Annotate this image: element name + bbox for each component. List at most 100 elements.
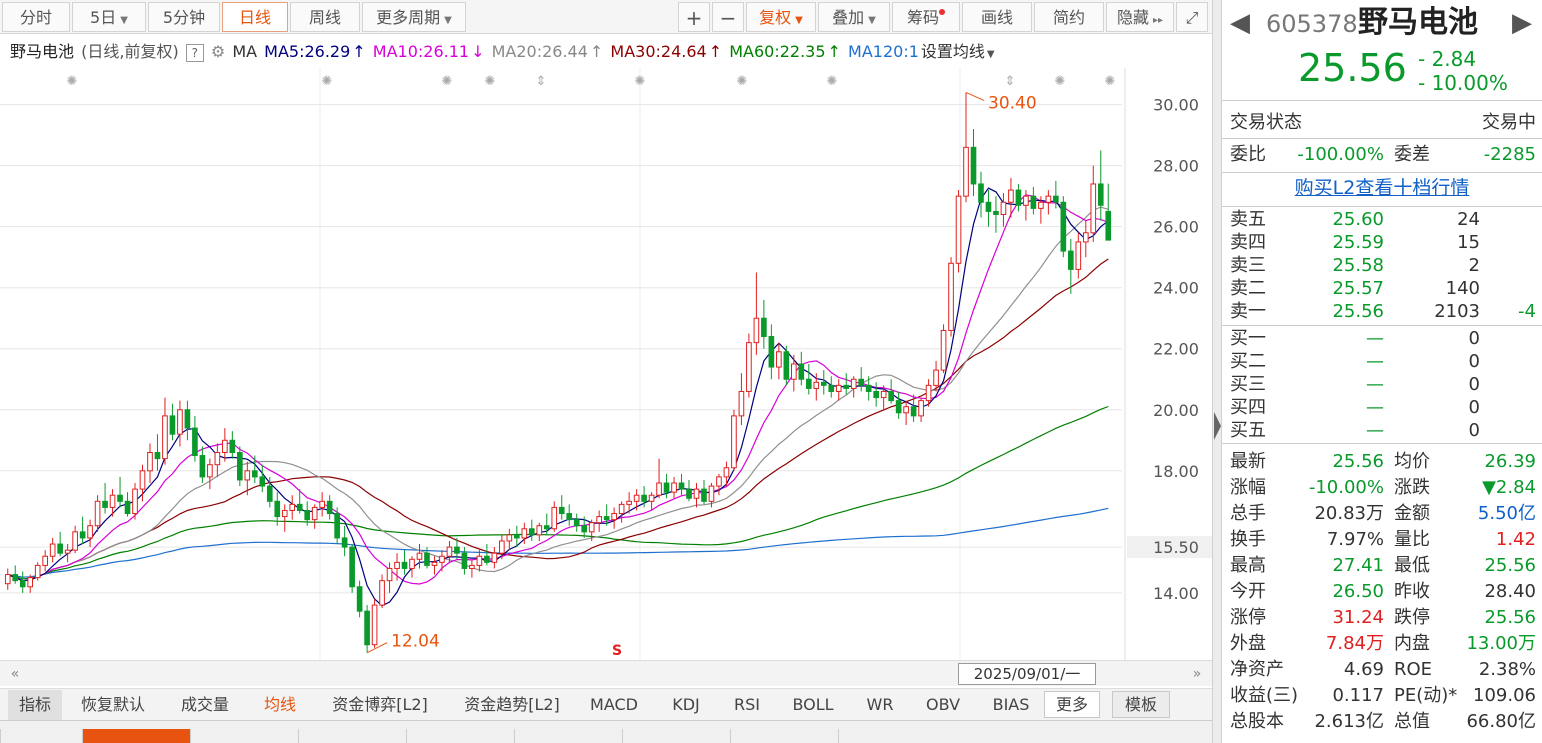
bid-label: 买一: [1230, 328, 1266, 349]
candle-up: [933, 369, 939, 386]
event-markers: ✺ ✺ ✺ ✺ ⇕ ✺ ✺ ✺ ⇕ ✺ ✺ S: [67, 74, 1116, 659]
ma5-value: MA5:26.29: [264, 42, 351, 61]
stat-label: 内盘: [1394, 633, 1430, 654]
candle-down: [514, 534, 520, 539]
chevron-down-icon: ▼: [868, 15, 876, 26]
collapse-arrow-icon[interactable]: [1214, 412, 1221, 440]
bottom-tab[interactable]: [838, 729, 946, 743]
candle-down: [865, 384, 872, 392]
minus-icon: −: [719, 6, 737, 30]
chips-button[interactable]: 筹码: [892, 2, 960, 32]
tab-more[interactable]: 更多: [1044, 691, 1100, 718]
bid-row: 买三 — 0: [1222, 373, 1542, 396]
tab-ma[interactable]: 均线: [252, 690, 308, 720]
y-axis: 30.00 28.00 26.00 24.00 22.00 20.00 18.00 15.50…: [1153, 96, 1199, 603]
candle-up: [214, 451, 221, 466]
price-change-pct: - 10.00%: [1418, 71, 1508, 95]
stat-label: 金额: [1394, 503, 1430, 524]
stat-row: 外盘 7.84万 内盘 13.00万: [1222, 632, 1542, 655]
candle-down: [169, 415, 176, 435]
y-tick-label: 18.00: [1153, 462, 1199, 481]
annotations: 30.40 12.04 15.50: [366, 91, 1212, 654]
tab-intraday[interactable]: 分时: [2, 2, 70, 32]
button-label: 画线: [980, 8, 1013, 27]
stat-value: 4.69: [1343, 659, 1384, 680]
simple-button[interactable]: 简约: [1034, 2, 1104, 32]
bottom-tab[interactable]: [514, 729, 622, 743]
bid-row: 买二 — 0: [1222, 350, 1542, 373]
stat-value: 25.56: [1484, 607, 1536, 628]
stat-value: 2.613亿: [1314, 711, 1384, 732]
ask-price: 25.60: [1332, 209, 1384, 230]
tab-obv[interactable]: OBV: [914, 690, 972, 720]
overlay-button[interactable]: 叠加 ▼: [818, 2, 890, 32]
scroll-right-icon[interactable]: »: [1186, 664, 1208, 684]
fullscreen-button[interactable]: ⤢: [1176, 2, 1208, 32]
chevron-down-icon: ▼: [444, 15, 452, 26]
tab-5min[interactable]: 5分钟: [148, 2, 220, 32]
bid-row: 买五 — 0: [1222, 419, 1542, 442]
tab-macd[interactable]: MACD: [582, 690, 646, 720]
prev-stock-icon[interactable]: ◀: [1230, 8, 1250, 38]
tab-wr[interactable]: WR: [852, 690, 908, 720]
tab-weekly[interactable]: 周线: [290, 2, 360, 32]
zoom-in-button[interactable]: +: [678, 2, 710, 32]
candle-down: [558, 506, 565, 515]
zoom-out-button[interactable]: −: [712, 2, 744, 32]
candle-up: [1045, 195, 1052, 203]
status-row: 交易状态 交易中: [1222, 111, 1542, 134]
timeline-scrollbar[interactable]: « 2025/09/01/一 »: [0, 660, 1212, 686]
draw-line-button[interactable]: 画线: [962, 2, 1032, 32]
adjust-button[interactable]: 复权 ▼: [746, 2, 816, 32]
candle-up: [281, 509, 288, 518]
tab-kdj[interactable]: KDJ: [656, 690, 716, 720]
stat-value: 25.56: [1332, 451, 1384, 472]
next-stock-icon[interactable]: ▶: [1512, 8, 1532, 38]
tab-more-periods[interactable]: 更多周期 ▼: [362, 2, 466, 32]
ask-price: 25.59: [1332, 232, 1384, 253]
candle-up: [109, 494, 116, 508]
stat-value: 5.50亿: [1477, 503, 1536, 524]
ask-volume: 140: [1445, 278, 1480, 299]
candle-up: [499, 540, 505, 554]
tab-template[interactable]: 模板: [1112, 691, 1170, 718]
ma20-line: [7, 206, 1109, 582]
bottom-tab-active[interactable]: [82, 729, 190, 743]
buy-l2-link[interactable]: 购买L2查看十档行情: [1222, 176, 1542, 200]
candlestick-chart[interactable]: ✺ ✺ ✺ ✺ ⇕ ✺ ✺ ✺ ⇕ ✺ ✺ S 30.00 28.00 26.00 24.00 22.00 20…: [0, 68, 1212, 660]
candle-up: [633, 494, 640, 502]
tab-fund-game[interactable]: 资金博弈[L2]: [318, 690, 442, 720]
tab-label: 5分钟: [162, 8, 206, 27]
bottom-tab[interactable]: [298, 729, 406, 743]
candle-up: [34, 564, 41, 579]
candle-up: [626, 500, 632, 505]
scroll-left-icon[interactable]: «: [4, 664, 26, 684]
set-ma-button[interactable]: 设置均线: [921, 42, 985, 61]
tab-boll[interactable]: BOLL: [782, 690, 844, 720]
panel-divider[interactable]: [1212, 0, 1222, 743]
bottom-tab[interactable]: [622, 729, 730, 743]
stat-value: 27.41: [1332, 555, 1384, 576]
weicha-label: 委差: [1394, 144, 1430, 165]
tab-daily[interactable]: 日线: [222, 2, 288, 32]
candle-up: [64, 549, 71, 554]
candle-up: [319, 500, 325, 508]
tab-volume[interactable]: 成交量: [168, 690, 242, 720]
tab-indicator[interactable]: 指标: [8, 690, 62, 720]
candle-down: [251, 470, 258, 478]
candle-up: [588, 522, 595, 533]
tab-reset-default[interactable]: 恢复默认: [68, 690, 158, 720]
tab-bias[interactable]: BIAS: [980, 690, 1042, 720]
hide-button[interactable]: 隐藏 ▸▸: [1106, 2, 1174, 32]
gear-icon[interactable]: ⚙: [211, 42, 225, 61]
tab-5day[interactable]: 5日 ▼: [72, 2, 146, 32]
candle-down: [978, 183, 984, 203]
stat-label: 涨跌: [1394, 477, 1430, 498]
bottom-tab[interactable]: [190, 729, 298, 743]
tab-rsi[interactable]: RSI: [722, 690, 772, 720]
tab-fund-trend[interactable]: 资金趋势[L2]: [452, 690, 572, 720]
event-marker-icon: ⇕: [536, 74, 547, 89]
bottom-tab[interactable]: [406, 729, 514, 743]
bottom-tab[interactable]: [730, 729, 838, 743]
help-icon[interactable]: ?: [185, 43, 204, 62]
